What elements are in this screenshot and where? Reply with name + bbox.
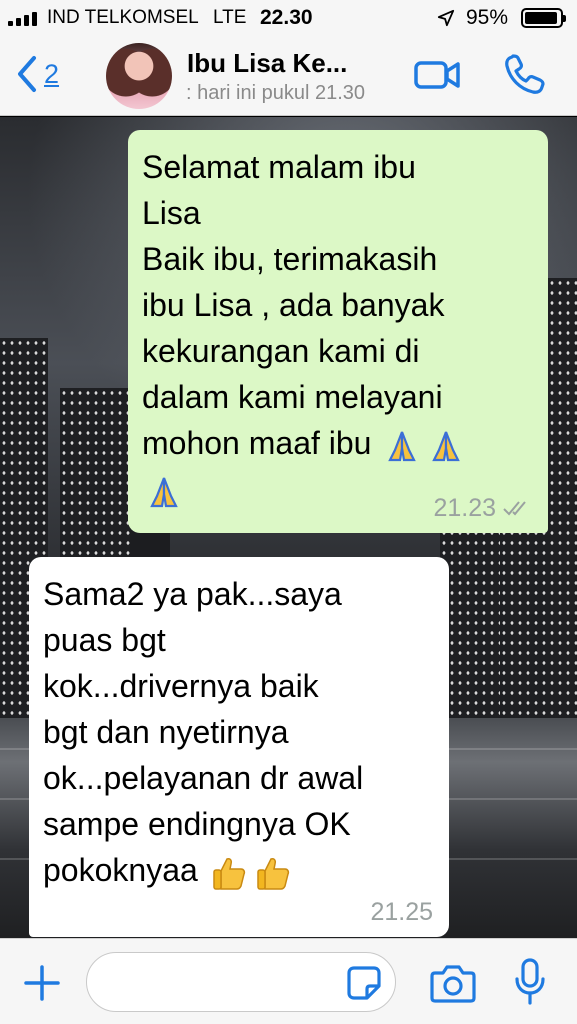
message-text: Selamat malam ibu Lisa Baik ibu, terimak…	[142, 144, 534, 512]
message-meta: 21.25	[370, 897, 433, 927]
folded-hands-icon	[150, 477, 178, 507]
message-time: 21.25	[370, 898, 433, 926]
message-bubble-incoming[interactable]: Sama2 ya pak...saya puas bgt kok...drive…	[29, 557, 449, 937]
camera-icon[interactable]	[430, 963, 476, 1003]
phone-call-icon[interactable]	[502, 53, 546, 97]
carrier-name: IND TELKOMSEL	[47, 7, 199, 28]
signal-icon	[8, 10, 37, 26]
contact-name[interactable]: Ibu Lisa Ke...	[187, 48, 347, 79]
folded-hands-icon	[432, 431, 461, 461]
back-button[interactable]: 2	[14, 54, 59, 94]
status-time: 22.30	[260, 6, 313, 29]
plus-icon[interactable]	[22, 963, 62, 1003]
battery-icon	[521, 8, 566, 28]
thumbs-up-icon	[256, 857, 289, 890]
status-bar: IND TELKOMSEL LTE 22.30 95%	[0, 0, 577, 36]
battery-percentage: 95%	[466, 6, 509, 29]
message-time: 21.23	[433, 494, 496, 522]
network-type: LTE	[213, 7, 247, 28]
chat-header: 2 Ibu Lisa Ke... : hari ini pukul 21.30	[0, 36, 577, 116]
folded-hands-icon	[388, 431, 417, 461]
unread-count: 2	[44, 58, 60, 89]
message-meta: 21.23	[433, 493, 532, 523]
last-seen-status: : hari ini pukul 21.30	[186, 82, 366, 104]
message-text: Sama2 ya pak...saya puas bgt kok...drive…	[43, 571, 435, 893]
video-call-icon[interactable]	[413, 58, 461, 92]
double-check-icon	[503, 501, 526, 516]
contact-avatar[interactable]	[106, 43, 172, 109]
microphone-icon[interactable]	[512, 957, 548, 1007]
message-bubble-outgoing[interactable]: Selamat malam ibu Lisa Baik ibu, terimak…	[128, 130, 548, 533]
sticker-icon[interactable]	[346, 965, 382, 1001]
chevron-left-icon	[18, 56, 36, 92]
thumbs-up-icon	[212, 857, 245, 890]
location-arrow-icon	[437, 9, 455, 27]
message-input-bar	[0, 938, 577, 1024]
